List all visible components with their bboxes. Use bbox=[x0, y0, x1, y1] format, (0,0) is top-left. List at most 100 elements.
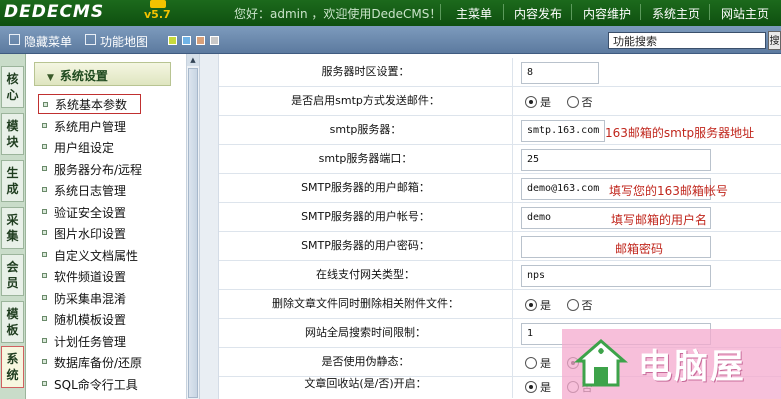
bullet-icon bbox=[42, 166, 47, 171]
scroll-up-arrow-icon[interactable]: ▲ bbox=[187, 54, 199, 66]
menu-item-anti-collect[interactable]: 防采集串混淆 bbox=[38, 288, 184, 308]
nav-content-publish[interactable]: 内容发布 bbox=[514, 5, 562, 22]
menu-section-title: 系统设置 bbox=[59, 69, 108, 83]
function-search-input[interactable] bbox=[608, 32, 766, 49]
house-logo-icon bbox=[574, 339, 628, 387]
radio-no[interactable] bbox=[566, 96, 579, 108]
smtp-enable-radios: 是 否 bbox=[525, 94, 605, 110]
bullet-icon bbox=[42, 123, 47, 128]
payment-gateway-field[interactable]: nps bbox=[521, 265, 711, 287]
timezone-field[interactable]: 8 bbox=[521, 62, 599, 84]
nav-separator bbox=[709, 4, 710, 20]
logo: DEDECMS bbox=[4, 2, 105, 22]
bullet-icon bbox=[42, 209, 47, 214]
nav-main-menu[interactable]: 主菜单 bbox=[456, 5, 492, 22]
menu-item-random-template[interactable]: 随机模板设置 bbox=[38, 309, 184, 329]
menu-item-label: 软件频道设置 bbox=[54, 270, 127, 284]
setting-label: 是否使用伪静态： bbox=[219, 348, 513, 376]
bullet-icon bbox=[42, 316, 47, 321]
skin-swatch-brown[interactable] bbox=[196, 36, 205, 45]
tab-member[interactable]: 会员 bbox=[1, 254, 24, 296]
top-bar: DEDECMS v5.7 您好：admin ，欢迎使用DedeCMS！ 主菜单 … bbox=[0, 0, 781, 26]
table-row: 删除文章文件同时删除相关附件文件： 是 否 bbox=[219, 290, 781, 319]
menu-item-label: 图片水印设置 bbox=[54, 227, 127, 241]
menu-section-header[interactable]: ▼ 系统设置 bbox=[34, 62, 171, 86]
menu-item-basic-params[interactable]: 系统基本参数 bbox=[38, 94, 141, 114]
tab-module[interactable]: 模块 bbox=[1, 113, 24, 155]
setting-label: smtp服务器： bbox=[219, 116, 513, 144]
bullet-icon bbox=[42, 338, 47, 343]
annotation-note: 填写邮箱的用户名 bbox=[611, 213, 708, 227]
menu-item-user-manage[interactable]: 系统用户管理 bbox=[38, 116, 184, 136]
tab-template[interactable]: 模板 bbox=[1, 301, 24, 343]
watermark-text: 电脑屋 bbox=[638, 347, 746, 387]
logo-badge bbox=[150, 0, 166, 8]
smtp-port-field[interactable]: 25 bbox=[521, 149, 711, 171]
grid-icon bbox=[85, 34, 96, 45]
menu-item-label: 自定义文档属性 bbox=[54, 249, 139, 263]
menu-item-label: 用户组设定 bbox=[54, 141, 115, 155]
logo-version: v5.7 bbox=[144, 8, 171, 21]
smtp-server-field[interactable]: smtp.163.com bbox=[521, 120, 605, 142]
table-row: 在线支付网关类型： nps bbox=[219, 261, 781, 290]
menu-item-custom-attr[interactable]: 自定义文档属性 bbox=[38, 245, 184, 265]
function-map-button[interactable]: 功能地图 bbox=[100, 33, 148, 50]
menu-item-sql-tool[interactable]: SQL命令行工具 bbox=[38, 374, 184, 394]
setting-label: smtp服务器端口： bbox=[219, 145, 513, 173]
annotation-note: 邮箱密码 bbox=[615, 242, 664, 256]
search-button[interactable]: 搜 bbox=[768, 31, 781, 50]
menu-item-watermark[interactable]: 图片水印设置 bbox=[38, 223, 184, 243]
setting-label: 删除文章文件同时删除相关附件文件： bbox=[219, 290, 513, 318]
radio-label: 是 bbox=[540, 299, 551, 312]
table-row: 服务器时区设置： 8 bbox=[219, 58, 781, 87]
menu-item-db-backup[interactable]: 数据库备份/还原 bbox=[38, 352, 184, 372]
radio-yes[interactable] bbox=[525, 357, 537, 369]
menu-item-scheduled-tasks[interactable]: 计划任务管理 bbox=[38, 331, 184, 351]
hide-menu-button[interactable]: 隐藏菜单 bbox=[24, 33, 72, 50]
nav-separator bbox=[640, 4, 641, 20]
menu-item-label: 随机模板设置 bbox=[54, 313, 127, 327]
tab-collect[interactable]: 采集 bbox=[1, 207, 24, 249]
tab-core[interactable]: 核心 bbox=[1, 66, 24, 108]
setting-label: 网站全局搜索时间限制： bbox=[219, 319, 513, 347]
nav-system-home[interactable]: 系统主页 bbox=[652, 5, 700, 22]
menu-scrollbar[interactable]: ▲ bbox=[186, 54, 200, 399]
nav-separator bbox=[503, 4, 504, 20]
menu-item-label: 系统用户管理 bbox=[54, 120, 127, 134]
annotation-note: 填写您的163邮箱帐号 bbox=[609, 184, 728, 198]
menu-item-software-channel[interactable]: 软件频道设置 bbox=[38, 266, 184, 286]
table-row: SMTP服务器的用户邮箱： demo@163.com 填写您的163邮箱帐号 bbox=[219, 174, 781, 203]
scrollbar-thumb[interactable] bbox=[188, 68, 198, 398]
setting-label: 服务器时区设置： bbox=[219, 58, 513, 86]
bullet-icon bbox=[42, 144, 47, 149]
bullet-icon bbox=[42, 230, 47, 235]
tab-generate[interactable]: 生成 bbox=[1, 160, 24, 202]
skin-swatch-green[interactable] bbox=[168, 36, 177, 45]
nav-site-home[interactable]: 网站主页 bbox=[721, 5, 769, 22]
menu-item-security[interactable]: 验证安全设置 bbox=[38, 202, 184, 222]
menu-item-user-group[interactable]: 用户组设定 bbox=[38, 137, 184, 157]
hide-menu-icon bbox=[9, 34, 20, 45]
radio-yes[interactable] bbox=[525, 299, 537, 311]
radio-no[interactable] bbox=[566, 299, 579, 311]
radio-label: 否 bbox=[581, 96, 593, 109]
delete-attachments-radios: 是 否 bbox=[525, 297, 605, 313]
toolbar: 隐藏菜单 功能地图 搜 bbox=[0, 26, 781, 54]
radio-yes[interactable] bbox=[525, 96, 537, 108]
menu-item-label: 防采集串混淆 bbox=[54, 292, 127, 306]
skin-swatch-gray[interactable] bbox=[210, 36, 219, 45]
bullet-icon bbox=[42, 359, 47, 364]
menu-item-label: 验证安全设置 bbox=[54, 206, 127, 220]
tab-system[interactable]: 系统 bbox=[1, 346, 24, 388]
table-row: 是否启用smtp方式发送邮件： 是 否 bbox=[219, 87, 781, 116]
bullet-icon bbox=[42, 381, 47, 386]
menu-item-server-remote[interactable]: 服务器分布/远程 bbox=[38, 159, 184, 179]
skin-swatch-blue[interactable] bbox=[182, 36, 191, 45]
nav-content-maintain[interactable]: 内容维护 bbox=[583, 5, 631, 22]
radio-yes[interactable] bbox=[525, 381, 537, 393]
menu-item-label: 系统基本参数 bbox=[55, 98, 128, 112]
panel-gap bbox=[200, 54, 218, 399]
table-row: smtp服务器端口： 25 bbox=[219, 145, 781, 174]
table-row: SMTP服务器的用户帐号： demo 填写邮箱的用户名 bbox=[219, 203, 781, 232]
menu-item-system-log[interactable]: 系统日志管理 bbox=[38, 180, 184, 200]
